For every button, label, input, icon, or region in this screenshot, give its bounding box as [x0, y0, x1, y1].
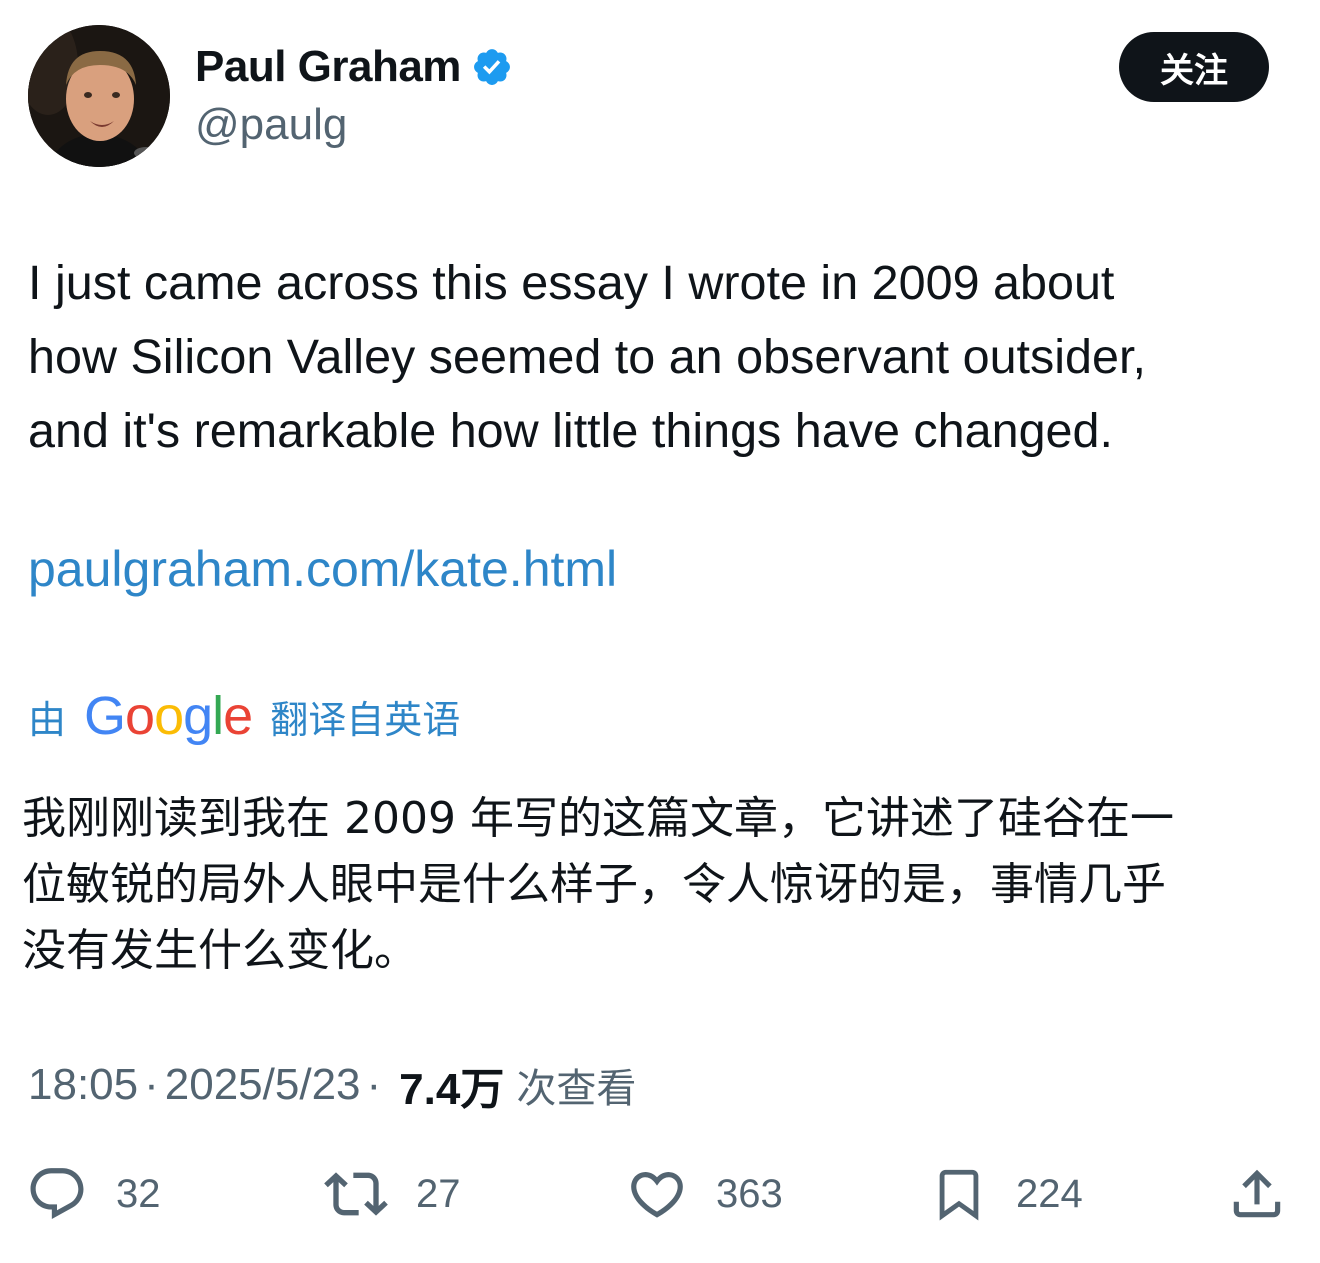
tweet-text-line: and it's remarkable how little things ha…	[28, 404, 1113, 458]
bookmark-icon	[939, 1169, 979, 1221]
meta-separator: ·	[366, 1060, 382, 1109]
meta-separator: ·	[144, 1060, 159, 1109]
translated-text-line: 没有发生什么变化。	[22, 925, 418, 976]
translated-text: 我刚刚读到我在 2009 年写的这篇文章，它讲述了硅谷在一 位敏锐的局外人眼中是…	[22, 786, 1302, 984]
avatar[interactable]	[28, 25, 170, 167]
author-name-row: Paul Graham	[195, 38, 513, 96]
translated-from-label: 翻译自英语	[270, 697, 461, 742]
repost-count: 27	[416, 1171, 461, 1216]
bookmark-count: 224	[1016, 1171, 1083, 1216]
reply-count: 32	[116, 1171, 161, 1216]
repost-icon	[324, 1172, 388, 1216]
translated-by-prefix: 由	[28, 697, 67, 742]
translated-text-line: 我刚刚读到我在 2009 年写的这篇文章，它讲述了硅谷在一	[22, 793, 1174, 844]
tweet-date[interactable]: 2025/5/23	[165, 1060, 361, 1110]
like-count: 363	[716, 1171, 783, 1216]
reply-button[interactable]: 32	[26, 1162, 161, 1226]
view-count[interactable]: 7.4万	[399, 1053, 504, 1117]
view-count-label: 次查看	[516, 1066, 637, 1112]
heart-icon	[631, 1172, 683, 1218]
tweet-text: I just came across this essay I wrote in…	[28, 246, 1298, 468]
translated-by[interactable]: 由 Google 翻译自英语	[28, 686, 460, 746]
google-logo: Google	[84, 686, 253, 746]
follow-button[interactable]: 关注	[1119, 32, 1269, 102]
reply-icon	[30, 1168, 84, 1220]
tweet-meta: 18:05 · 2025/5/23 · 7.4万 次查看	[28, 1056, 636, 1114]
tweet-text-line: I just came across this essay I wrote in…	[28, 256, 1115, 310]
translated-text-line: 位敏锐的局外人眼中是什么样子，令人惊讶的是，事情几乎	[22, 859, 1166, 910]
repost-button[interactable]: 27	[324, 1162, 461, 1226]
author-handle[interactable]: @paulg	[195, 100, 347, 150]
tweet-text-line: how Silicon Valley seemed to an observan…	[28, 330, 1146, 384]
share-button[interactable]	[1226, 1162, 1288, 1226]
bookmark-button[interactable]: 224	[930, 1162, 1083, 1226]
avatar-photo	[28, 25, 170, 167]
tweet-time[interactable]: 18:05	[28, 1060, 138, 1110]
like-button[interactable]: 363	[626, 1162, 783, 1226]
share-icon	[1233, 1169, 1281, 1218]
verified-badge-icon[interactable]	[471, 46, 513, 88]
essay-link[interactable]: paulgraham.com/kate.html	[28, 540, 617, 598]
author-name[interactable]: Paul Graham	[195, 42, 461, 92]
